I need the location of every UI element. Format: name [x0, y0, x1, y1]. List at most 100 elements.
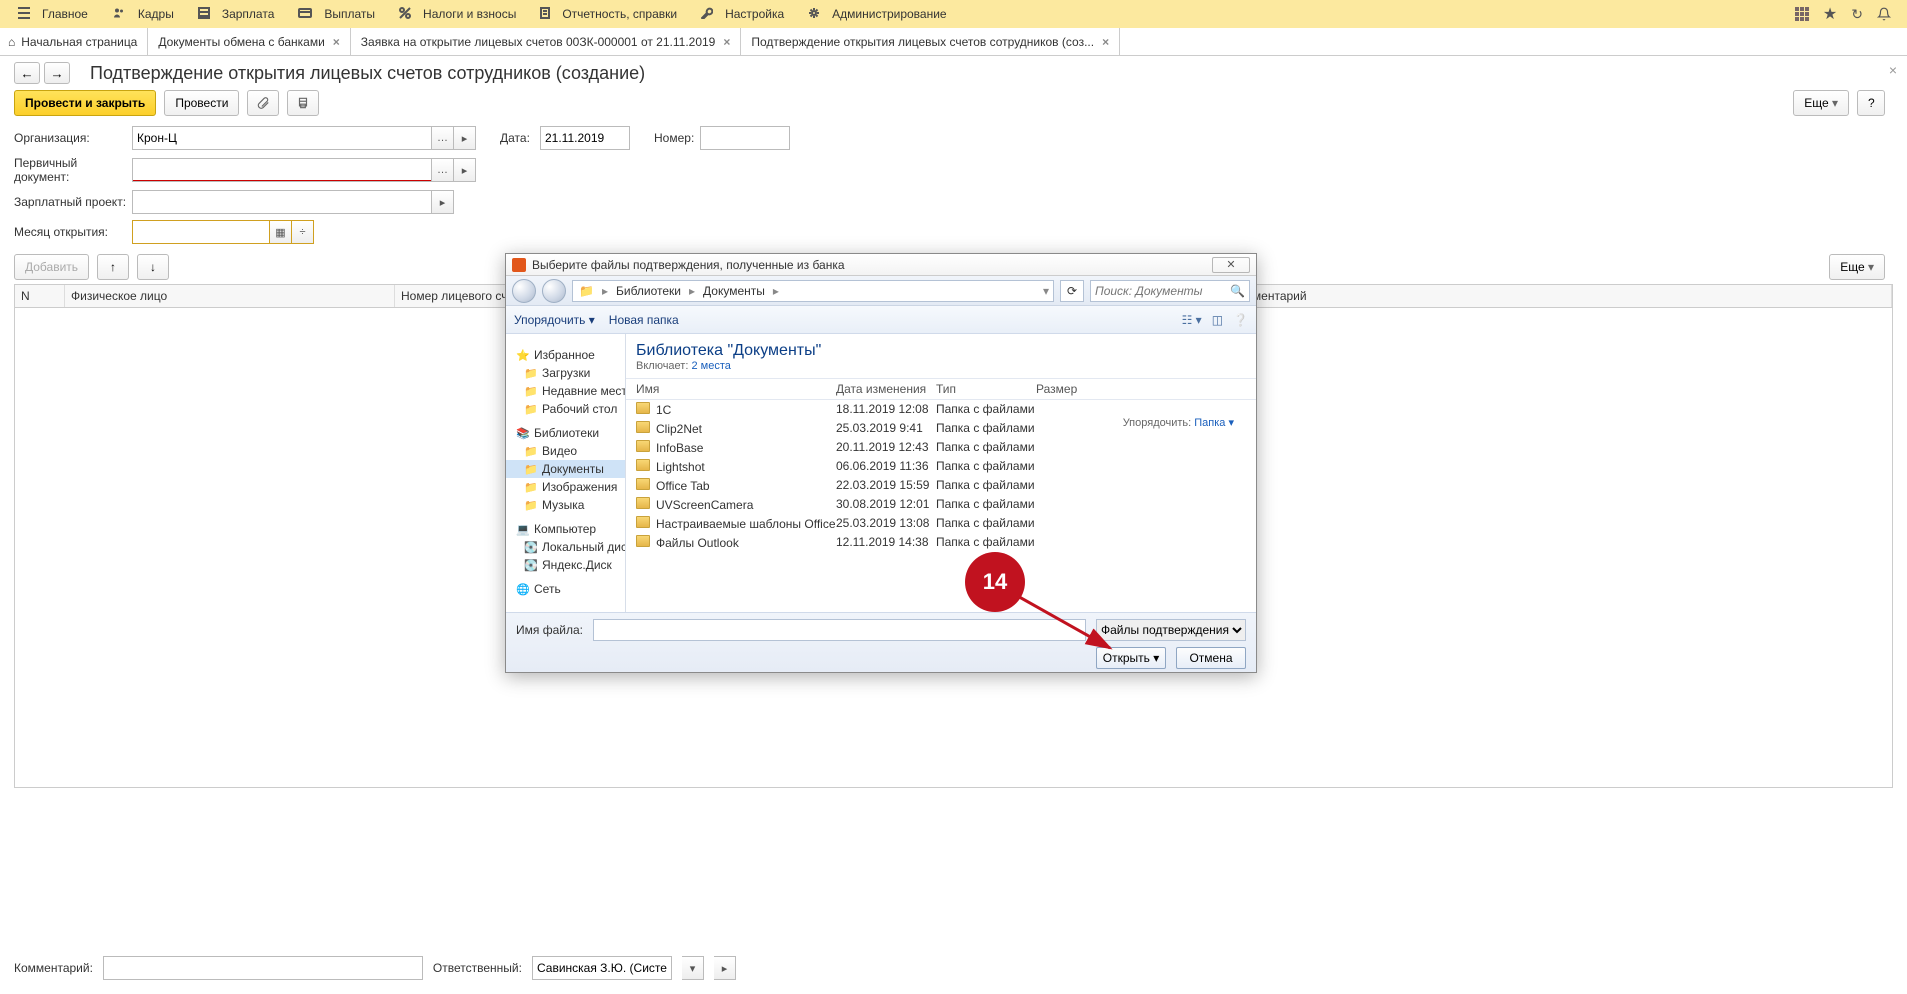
- process-close-button[interactable]: Провести и закрыть: [14, 90, 156, 116]
- tab-1[interactable]: Документы обмена с банками×: [148, 28, 350, 55]
- tab-3[interactable]: Подтверждение открытия лицевых счетов со…: [741, 28, 1120, 55]
- topbar-item-4[interactable]: Налоги и взносы: [387, 0, 528, 28]
- file-row-7[interactable]: Файлы Outlook12.11.2019 14:38Папка с фай…: [626, 533, 1256, 552]
- topbar-item-5[interactable]: Отчетность, справки: [528, 0, 689, 28]
- primary-clear-button[interactable]: …: [432, 158, 454, 182]
- file-row-3[interactable]: Lightshot06.06.2019 11:36Папка с файлами: [626, 457, 1256, 476]
- responsible-drop-button[interactable]: ▾: [682, 956, 704, 980]
- dialog-back-button[interactable]: [512, 279, 536, 303]
- date-input[interactable]: [540, 126, 630, 150]
- more-button[interactable]: Еще: [1793, 90, 1849, 116]
- tree-libraries[interactable]: 📚Библиотеки: [506, 424, 625, 442]
- topbar: ГлавноеКадрыЗарплатаВыплатыНалоги и взно…: [0, 0, 1907, 28]
- breadcrumb[interactable]: 📁▸ Библиотеки▸ Документы▸ ▾: [572, 280, 1054, 302]
- org-clear-button[interactable]: …: [432, 126, 454, 150]
- comment-input[interactable]: [103, 956, 423, 980]
- file-row-2[interactable]: InfoBase20.11.2019 12:43Папка с файлами: [626, 438, 1256, 457]
- tab-close-icon[interactable]: ×: [333, 35, 340, 49]
- dialog-address-bar: 📁▸ Библиотеки▸ Документы▸ ▾ ⟳ 🔍: [506, 276, 1256, 306]
- print-button[interactable]: [287, 90, 319, 116]
- topbar-item-6[interactable]: Настройка: [689, 0, 796, 28]
- organize-menu[interactable]: Упорядочить ▾: [514, 313, 595, 327]
- folder-icon: 💽: [524, 541, 538, 554]
- org-label: Организация:: [14, 131, 132, 145]
- tree-fav-0[interactable]: 📁Загрузки: [506, 364, 625, 382]
- tree-lib-2[interactable]: 📁Изображения: [506, 478, 625, 496]
- topbar-item-0[interactable]: Главное: [6, 0, 100, 28]
- file-row-4[interactable]: Office Tab22.03.2019 15:59Папка с файлам…: [626, 476, 1256, 495]
- open-month-input[interactable]: [132, 220, 270, 244]
- topbar-item-3[interactable]: Выплаты: [286, 0, 387, 28]
- library-locations-link[interactable]: 2 места: [691, 360, 730, 372]
- hdr-size[interactable]: Размер: [1036, 382, 1116, 396]
- dialog-forward-button[interactable]: [542, 279, 566, 303]
- primary-doc-input[interactable]: [132, 158, 432, 182]
- view-mode-button[interactable]: ☷ ▾: [1182, 313, 1202, 327]
- responsible-input[interactable]: [532, 956, 672, 980]
- topbar-item-7[interactable]: Администрирование: [796, 0, 958, 28]
- dialog-close-button[interactable]: ✕: [1212, 257, 1250, 273]
- responsible-open-button[interactable]: ▸: [714, 956, 736, 980]
- cancel-button[interactable]: Отмена: [1176, 647, 1246, 669]
- hdr-type[interactable]: Тип: [936, 382, 1036, 396]
- dialog-file-list: Библиотека "Документы" Включает: 2 места…: [626, 334, 1256, 612]
- tab-2[interactable]: Заявка на открытие лицевых счетов 00ЗК-0…: [351, 28, 742, 55]
- bell-icon[interactable]: [1877, 7, 1891, 21]
- tree-network[interactable]: 🌐Сеть: [506, 580, 625, 598]
- tree-comp-1[interactable]: 💽Яндекс.Диск: [506, 556, 625, 574]
- dialog-nav-tree[interactable]: ⭐Избранное📁Загрузки📁Недавние места📁Рабоч…: [506, 334, 626, 612]
- tab-0[interactable]: ⌂Начальная страница: [0, 28, 148, 55]
- new-folder-button[interactable]: Новая папка: [609, 313, 679, 327]
- star-icon[interactable]: ★: [1823, 4, 1837, 24]
- help-button[interactable]: ?: [1857, 90, 1885, 116]
- apps-icon[interactable]: [1795, 7, 1809, 21]
- folder-icon: 🌐: [516, 583, 530, 596]
- tree-lib-0[interactable]: 📁Видео: [506, 442, 625, 460]
- tree-fav-1[interactable]: 📁Недавние места: [506, 382, 625, 400]
- dialog-search-input[interactable]: [1095, 284, 1230, 298]
- org-input[interactable]: [132, 126, 432, 150]
- grid-col-comment[interactable]: Комментарий: [1225, 285, 1892, 307]
- primary-open-button[interactable]: ▸: [454, 158, 476, 182]
- page-close-icon[interactable]: ×: [1889, 62, 1897, 78]
- preview-pane-button[interactable]: ◫: [1212, 313, 1223, 327]
- process-button[interactable]: Провести: [164, 90, 239, 116]
- tree-favorites[interactable]: ⭐Избранное: [506, 346, 625, 364]
- tree-computer[interactable]: 💻Компьютер: [506, 520, 625, 538]
- file-row-6[interactable]: Настраиваемые шаблоны Office25.03.2019 1…: [626, 514, 1256, 533]
- tree-lib-1[interactable]: 📁Документы: [506, 460, 625, 478]
- move-down-button[interactable]: ↓: [137, 254, 169, 280]
- tree-fav-2[interactable]: 📁Рабочий стол: [506, 400, 625, 418]
- topbar-item-1[interactable]: Кадры: [100, 0, 186, 28]
- tab-close-icon[interactable]: ×: [723, 35, 730, 49]
- attach-button[interactable]: [247, 90, 279, 116]
- org-open-button[interactable]: ▸: [454, 126, 476, 150]
- people-icon: [112, 7, 132, 22]
- nav-back-button[interactable]: ←: [14, 62, 40, 84]
- dialog-search[interactable]: 🔍: [1090, 280, 1250, 302]
- move-up-button[interactable]: ↑: [97, 254, 129, 280]
- library-sort[interactable]: Упорядочить: Папка ▾: [1123, 416, 1234, 429]
- tree-lib-3[interactable]: 📁Музыка: [506, 496, 625, 514]
- dialog-help-button[interactable]: ❔: [1233, 313, 1248, 327]
- add-row-button[interactable]: Добавить: [14, 254, 89, 280]
- hdr-name[interactable]: Имя: [636, 382, 836, 396]
- tab-close-icon[interactable]: ×: [1102, 35, 1109, 49]
- number-input[interactable]: [700, 126, 790, 150]
- grid-col-n[interactable]: N: [15, 285, 65, 307]
- nav-forward-button[interactable]: →: [44, 62, 70, 84]
- month-spinner-button[interactable]: ÷: [292, 220, 314, 244]
- tree-comp-0[interactable]: 💽Локальный диск (C: [506, 538, 625, 556]
- grid-col-person[interactable]: Физическое лицо: [65, 285, 395, 307]
- file-row-5[interactable]: UVScreenCamera30.08.2019 12:01Папка с фа…: [626, 495, 1256, 514]
- month-calendar-button[interactable]: ▦: [270, 220, 292, 244]
- file-list-header[interactable]: Имя Дата изменения Тип Размер: [626, 378, 1256, 400]
- refresh-button[interactable]: ⟳: [1060, 280, 1084, 302]
- grid-more-button[interactable]: Еще: [1829, 254, 1885, 280]
- project-open-button[interactable]: ▸: [432, 190, 454, 214]
- salary-project-input[interactable]: [132, 190, 432, 214]
- folder-icon: 📁: [524, 403, 538, 416]
- history-icon[interactable]: ↻: [1851, 6, 1863, 23]
- topbar-item-2[interactable]: Зарплата: [186, 0, 287, 28]
- hdr-date[interactable]: Дата изменения: [836, 382, 936, 396]
